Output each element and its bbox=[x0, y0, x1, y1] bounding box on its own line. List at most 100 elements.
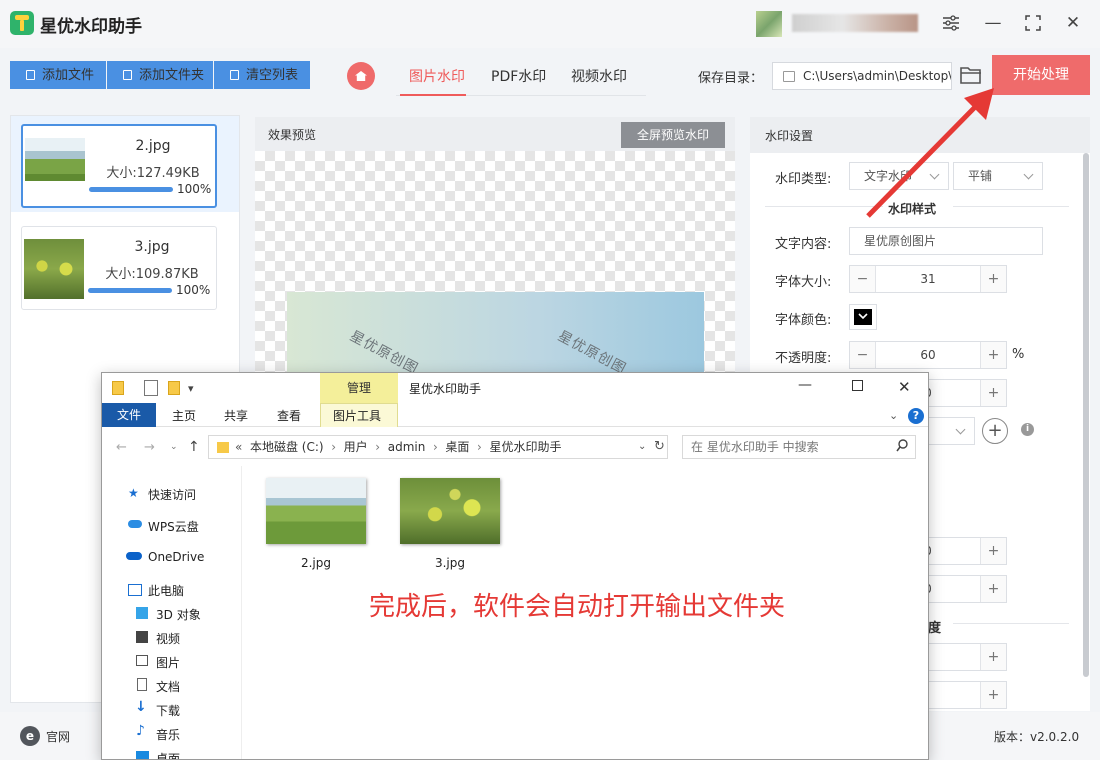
ribbon-tab-share[interactable]: 共享 bbox=[224, 407, 248, 424]
file-name: 3.jpg bbox=[434, 556, 466, 570]
user-name-blurred bbox=[792, 14, 918, 32]
search-input[interactable]: 在 星优水印助手 中搜索 bbox=[682, 435, 916, 459]
explorer-title: 星优水印助手 bbox=[409, 382, 482, 396]
new-folder-icon[interactable] bbox=[168, 381, 180, 395]
nav-onedrive[interactable]: OneDrive bbox=[148, 550, 204, 564]
active-tab-indicator bbox=[400, 94, 466, 96]
cloud-icon bbox=[128, 520, 142, 528]
title-bar bbox=[0, 0, 1100, 48]
maximize-icon[interactable] bbox=[1020, 10, 1046, 36]
app-logo-icon bbox=[10, 11, 34, 35]
qat-dropdown-icon[interactable]: ▾ bbox=[188, 382, 194, 395]
ribbon-tab-view[interactable]: 查看 bbox=[277, 407, 301, 424]
forward-icon[interactable]: → bbox=[144, 440, 155, 455]
breadcrumb[interactable]: admin bbox=[388, 440, 426, 454]
file-progress-text: 100% bbox=[176, 283, 211, 297]
file-thumbnail bbox=[400, 478, 500, 544]
file-name: 3.jpg bbox=[134, 239, 170, 255]
start-process-button[interactable]: 开始处理 bbox=[992, 55, 1090, 95]
nav-videos[interactable]: 视频 bbox=[156, 630, 180, 647]
user-avatar[interactable] bbox=[756, 11, 782, 37]
nav-wps-cloud[interactable]: WPS云盘 bbox=[148, 518, 199, 535]
file-item[interactable]: 3.jpg 大小:109.87KB 100% bbox=[11, 218, 239, 314]
maximize-icon[interactable] bbox=[852, 380, 863, 391]
add-file-button[interactable]: 添加文件 bbox=[10, 61, 106, 89]
file-name: 2.jpg bbox=[300, 556, 332, 570]
increment-button[interactable]: + bbox=[980, 266, 1006, 292]
watermark-type-label: 水印类型: bbox=[775, 172, 832, 187]
text-content-label: 文字内容: bbox=[775, 237, 832, 252]
close-icon[interactable]: ✕ bbox=[1060, 10, 1086, 36]
nav-this-pc[interactable]: 此电脑 bbox=[148, 582, 184, 599]
file-thumbnail bbox=[266, 478, 366, 544]
nav-music[interactable]: 音乐 bbox=[156, 726, 180, 743]
minimize-icon[interactable]: — bbox=[798, 377, 812, 393]
watermark-text: 星优原创图 bbox=[347, 328, 421, 378]
nav-downloads[interactable]: 下载 bbox=[156, 702, 180, 719]
nav-3d-objects[interactable]: 3D 对象 bbox=[156, 606, 201, 623]
pictures-icon bbox=[136, 655, 148, 666]
increment-button[interactable]: + bbox=[980, 380, 1006, 406]
breadcrumb[interactable]: 桌面 bbox=[445, 440, 469, 454]
file-progress-bar bbox=[88, 288, 172, 293]
help-icon[interactable]: ? bbox=[908, 408, 924, 424]
decrement-button[interactable]: − bbox=[850, 266, 876, 292]
settings-scrollbar[interactable] bbox=[1083, 153, 1089, 677]
annotation-text: 完成后，软件会自动打开输出文件夹 bbox=[369, 592, 786, 622]
app-title: 星优水印助手 bbox=[40, 17, 142, 37]
clear-list-button[interactable]: 清空列表 bbox=[214, 61, 310, 89]
ribbon-tab-picture-tools[interactable]: 图片工具 bbox=[333, 407, 381, 424]
nav-desktop[interactable]: 桌面 bbox=[156, 750, 180, 759]
add-icon[interactable]: + bbox=[982, 418, 1008, 444]
tab-pdf-watermark[interactable]: PDF水印 bbox=[491, 66, 546, 86]
divider bbox=[953, 623, 1069, 624]
rotation-section-title: 度 bbox=[928, 621, 942, 636]
address-bar[interactable]: « 本地磁盘 (C:) › 用户 › admin › 桌面 › 星优水印助手 bbox=[208, 435, 668, 459]
breadcrumb[interactable]: 星优水印助手 bbox=[489, 440, 561, 454]
manage-tab[interactable]: 管理 bbox=[320, 373, 398, 403]
fullscreen-preview-button[interactable]: 全屏预览水印 bbox=[621, 122, 725, 148]
file-thumbnail bbox=[24, 239, 84, 299]
increment-button[interactable]: + bbox=[980, 576, 1006, 602]
preview-title: 效果预览 bbox=[268, 128, 317, 142]
info-icon[interactable]: i bbox=[1021, 423, 1034, 436]
recent-dropdown-icon[interactable]: ⌄ bbox=[170, 442, 178, 452]
increment-button[interactable]: + bbox=[980, 682, 1006, 708]
search-icon[interactable] bbox=[896, 439, 908, 456]
chevron-down-icon[interactable]: ⌄ bbox=[889, 409, 898, 422]
chevron-down-icon bbox=[856, 311, 870, 323]
nav-documents[interactable]: 文档 bbox=[156, 678, 180, 695]
website-icon[interactable]: e bbox=[20, 726, 40, 746]
font-size-stepper[interactable]: − 31 + bbox=[849, 265, 1007, 293]
open-folder-icon[interactable] bbox=[960, 65, 982, 85]
nav-quick-access[interactable]: 快速访问 bbox=[148, 486, 196, 503]
decrement-button[interactable]: − bbox=[850, 342, 876, 368]
up-icon[interactable]: ↑ bbox=[188, 439, 200, 455]
opacity-stepper[interactable]: − 60 + bbox=[849, 341, 1007, 369]
breadcrumb[interactable]: 用户 bbox=[344, 440, 368, 454]
refresh-icon[interactable]: ↻ bbox=[654, 439, 665, 454]
back-icon[interactable]: ← bbox=[116, 440, 127, 455]
add-folder-button[interactable]: 添加文件夹 bbox=[107, 61, 213, 89]
onedrive-icon bbox=[126, 552, 142, 560]
tab-image-watermark[interactable]: 图片水印 bbox=[409, 66, 465, 86]
tab-video-watermark[interactable]: 视频水印 bbox=[571, 66, 627, 86]
file-item[interactable]: 2.jpg 大小:127.49KB 100% bbox=[11, 116, 239, 212]
increment-button[interactable]: + bbox=[980, 538, 1006, 564]
ribbon-tab-file[interactable]: 文件 bbox=[102, 403, 156, 427]
nav-pictures[interactable]: 图片 bbox=[156, 654, 180, 671]
folder-icon bbox=[217, 442, 229, 453]
ribbon-tab-home[interactable]: 主页 bbox=[172, 407, 196, 424]
save-dir-label: 保存目录： bbox=[698, 71, 764, 86]
settings-icon[interactable] bbox=[938, 10, 964, 36]
text-content-input[interactable]: 星优原创图片 bbox=[849, 227, 1043, 255]
home-icon[interactable] bbox=[347, 62, 375, 90]
increment-button[interactable]: + bbox=[980, 342, 1006, 368]
minimize-icon[interactable]: — bbox=[980, 10, 1006, 36]
properties-icon[interactable] bbox=[144, 380, 158, 396]
breadcrumb[interactable]: 本地磁盘 (C:) bbox=[250, 440, 324, 454]
address-dropdown-icon[interactable]: ⌄ bbox=[638, 441, 646, 452]
close-icon[interactable]: ✕ bbox=[898, 378, 911, 396]
increment-button[interactable]: + bbox=[980, 644, 1006, 670]
website-link[interactable]: 官网 bbox=[46, 728, 70, 745]
